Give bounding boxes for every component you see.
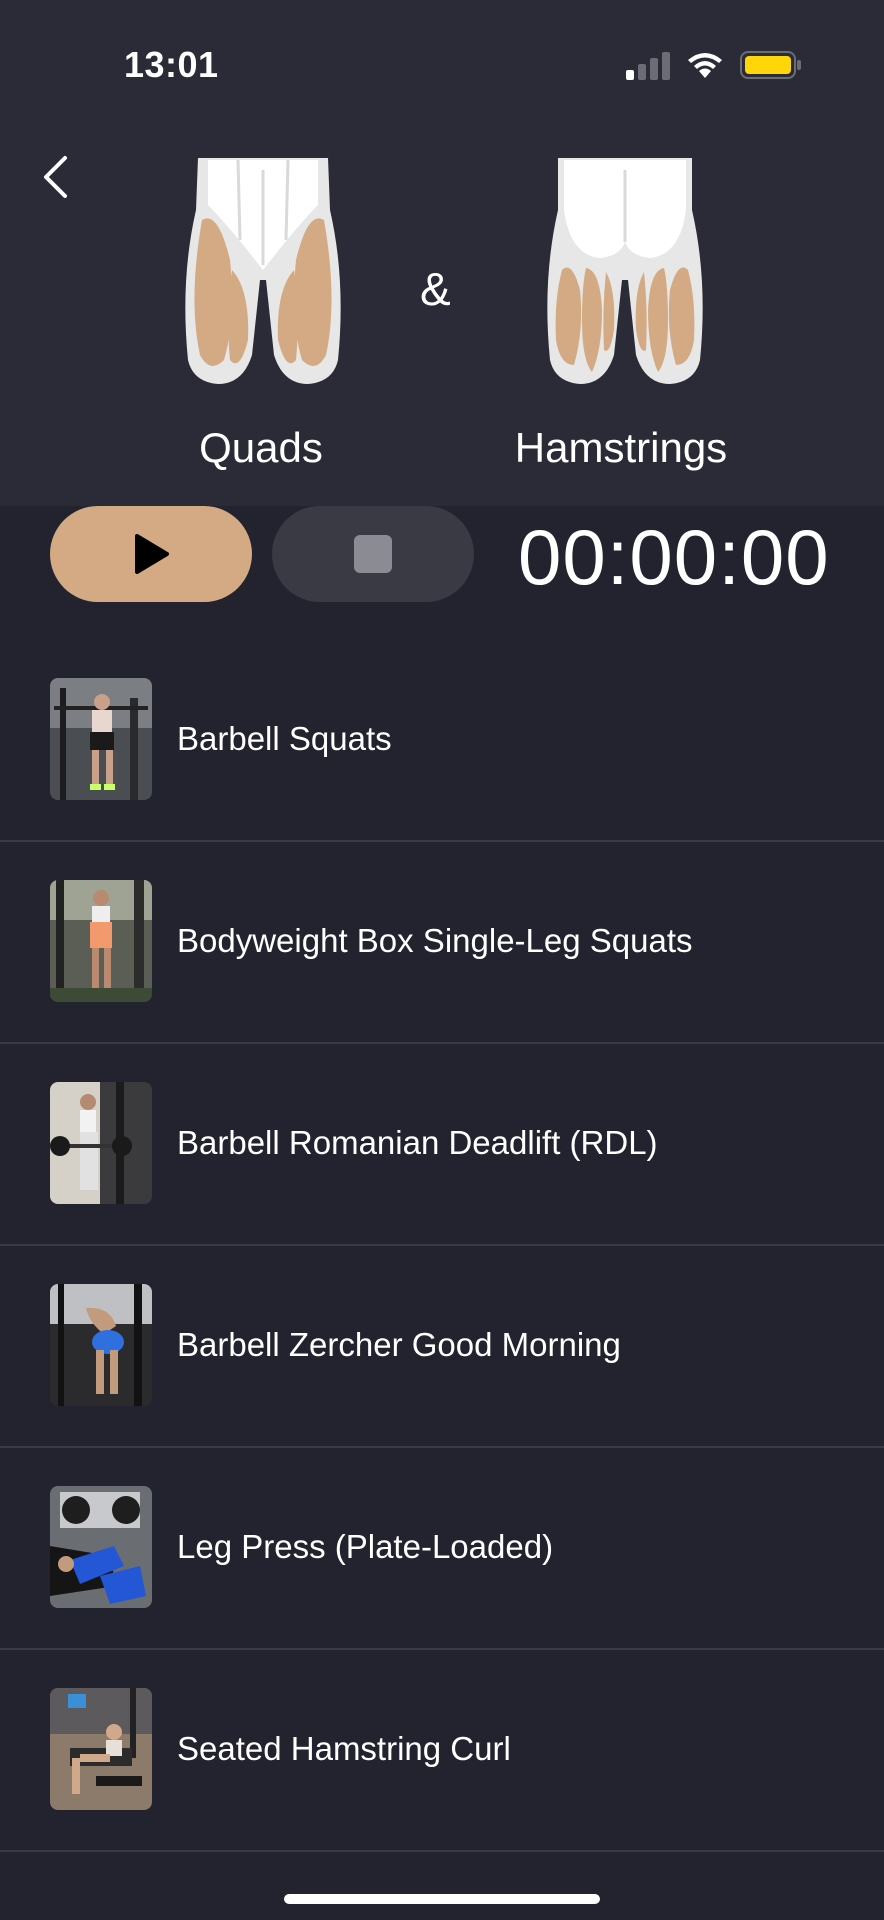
chevron-left-icon bbox=[44, 156, 67, 198]
play-button[interactable] bbox=[50, 506, 252, 602]
status-bar: 13:01 bbox=[0, 0, 884, 120]
play-icon bbox=[135, 534, 169, 574]
wifi-icon bbox=[688, 53, 722, 78]
hamstrings-diagram-icon bbox=[547, 158, 703, 384]
muscle-label-quads: Quads bbox=[199, 424, 323, 471]
exercise-name: Bodyweight Box Single-Leg Squats bbox=[177, 922, 693, 959]
exercise-thumbnail bbox=[50, 1082, 152, 1204]
exercise-name: Barbell Romanian Deadlift (RDL) bbox=[177, 1124, 658, 1161]
battery-icon bbox=[740, 51, 801, 79]
exercise-thumbnail bbox=[50, 1688, 152, 1810]
exercise-thumbnail bbox=[50, 880, 152, 1002]
workout-timer: 00:00:00 bbox=[518, 513, 830, 601]
screen: & Quads Hamstrings 13:01 00:00:00 Barbel… bbox=[0, 0, 884, 1920]
exercise-item-leg-press[interactable]: Leg Press (Plate-Loaded) bbox=[0, 1448, 884, 1650]
exercise-item-zercher-good-morning[interactable]: Barbell Zercher Good Morning bbox=[0, 1246, 884, 1448]
muscle-label-hamstrings: Hamstrings bbox=[514, 424, 728, 471]
exercise-name: Barbell Squats bbox=[177, 720, 392, 757]
exercise-thumbnail bbox=[50, 1486, 152, 1608]
exercise-name: Seated Hamstring Curl bbox=[177, 1730, 511, 1767]
stop-icon bbox=[354, 535, 392, 573]
exercise-item-romanian-deadlift[interactable]: Barbell Romanian Deadlift (RDL) bbox=[0, 1044, 884, 1246]
exercise-thumbnail bbox=[50, 678, 152, 800]
exercise-list: Barbell Squats Bodyweight Box Single-Leg… bbox=[0, 640, 884, 1852]
home-indicator[interactable] bbox=[284, 1894, 600, 1904]
exercise-name: Leg Press (Plate-Loaded) bbox=[177, 1528, 554, 1565]
status-time: 13:01 bbox=[124, 44, 219, 85]
exercise-thumbnail bbox=[50, 1284, 152, 1406]
exercise-name: Barbell Zercher Good Morning bbox=[177, 1326, 621, 1363]
quads-diagram-icon bbox=[185, 158, 341, 384]
muscle-separator: & bbox=[420, 263, 451, 315]
back-button[interactable] bbox=[30, 150, 80, 204]
cellular-signal-icon bbox=[626, 52, 670, 80]
exercise-item-seated-hamstring-curl[interactable]: Seated Hamstring Curl bbox=[0, 1650, 884, 1852]
exercise-item-box-single-leg-squats[interactable]: Bodyweight Box Single-Leg Squats bbox=[0, 842, 884, 1044]
stop-button[interactable] bbox=[272, 506, 474, 602]
exercise-item-barbell-squats[interactable]: Barbell Squats bbox=[0, 640, 884, 842]
workout-controls: 00:00:00 bbox=[0, 506, 884, 606]
